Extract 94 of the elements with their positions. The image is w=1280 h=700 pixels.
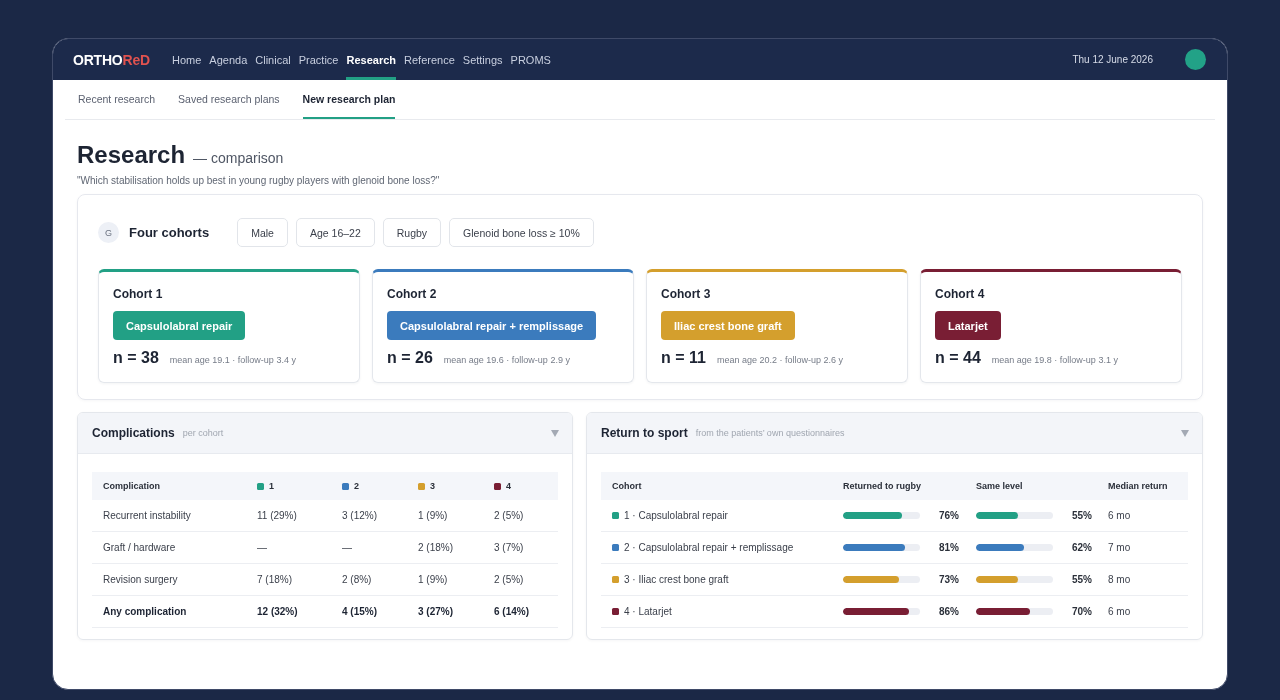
- table-cell: —: [342, 542, 352, 553]
- table-cell: 3 (27%): [418, 606, 453, 617]
- research-question: "Which stabilisation holds up best in young rugby players with glenoid bone loss?": [77, 175, 441, 186]
- avatar-icon[interactable]: [1185, 49, 1206, 70]
- table-cell: Recurrent instability: [103, 510, 191, 521]
- percent-label: 55%: [1071, 574, 1092, 585]
- cohort-card[interactable]: Cohort 4 Latarjet n = 44 mean age 19.8 · follow-up 3.1 y: [920, 269, 1182, 383]
- table-cell: 7 (18%): [257, 574, 292, 585]
- cohort-title: Cohort 2: [387, 287, 438, 301]
- column-header: Same level: [976, 481, 1023, 491]
- nav-link[interactable]: Agenda: [209, 39, 248, 80]
- cohort-count: n = 26: [387, 349, 433, 367]
- table-cell: 1 (9%): [418, 574, 448, 585]
- cohort-meta: mean age 19.6 · follow-up 2.9 y: [443, 355, 570, 365]
- nav-link[interactable]: Reference: [404, 39, 455, 80]
- table-cell: 2 (18%): [418, 542, 453, 553]
- cohort-meta: mean age 20.2 · follow-up 2.6 y: [716, 355, 843, 365]
- table-cell: 2 (8%): [342, 574, 372, 585]
- cohort-title: Cohort 1: [113, 287, 164, 301]
- sub-tab[interactable]: New research plan: [302, 80, 396, 119]
- column-header: 1: [269, 481, 274, 491]
- table-cell: 7 mo: [1108, 542, 1131, 553]
- procedure-tag: Capsulolabral repair: [113, 311, 246, 340]
- filter-chip[interactable]: Male: [237, 218, 288, 247]
- nav-link[interactable]: Research: [346, 39, 397, 80]
- table-cell: Any complication: [103, 606, 187, 617]
- nav-link[interactable]: Home: [172, 39, 202, 80]
- cohort-count: n = 11: [661, 349, 706, 367]
- filter-chip[interactable]: Glenoid bone loss ≥ 10%: [449, 218, 594, 247]
- panel-subtitle: per cohort: [182, 428, 224, 438]
- cohort-card[interactable]: Cohort 3 Iliac crest bone graft n = 11 mean age 20.2 · follow-up 2.6 y: [646, 269, 908, 383]
- table-cell: 12 (32%): [257, 606, 298, 617]
- cohort-card[interactable]: Cohort 2 Capsulolabral repair + remplissage n = 26 mean age 19.6 · follow-up 2.9 y: [372, 269, 634, 383]
- table-cell: 2 (5%): [494, 510, 524, 521]
- current-date: Thu 12 June 2026: [1072, 54, 1153, 65]
- filter-chip[interactable]: Rugby: [382, 218, 442, 247]
- column-header: 4: [506, 481, 511, 491]
- column-header: Median return: [1108, 481, 1168, 491]
- percent-label: 86%: [938, 606, 959, 617]
- percent-label: 55%: [1071, 510, 1092, 521]
- table-cell: —: [257, 542, 267, 553]
- nav-link[interactable]: Practice: [298, 39, 339, 80]
- cohort-count: n = 44: [935, 349, 981, 367]
- table-cell: 11 (29%): [257, 510, 297, 521]
- nav-link[interactable]: PROMS: [510, 39, 551, 80]
- table-cell: 3 (7%): [494, 542, 524, 553]
- table-cell: 1 · Capsulolabral repair: [624, 510, 728, 521]
- column-header: 2: [354, 481, 359, 491]
- nav-link[interactable]: Settings: [462, 39, 503, 80]
- caret-icon[interactable]: [1181, 429, 1189, 437]
- procedure-tag: Capsulolabral repair + remplissage: [387, 311, 597, 340]
- percent-label: 81%: [938, 542, 959, 553]
- column-header: 3: [430, 481, 435, 491]
- cohort-card[interactable]: Cohort 1 Capsulolabral repair n = 38 mean age 19.1 · follow-up 3.4 y: [98, 269, 360, 383]
- panel-title: Complications: [92, 426, 175, 440]
- table-cell: 8 mo: [1108, 574, 1131, 585]
- column-header: Returned to rugby: [843, 481, 921, 491]
- page-title: Research: [77, 140, 186, 170]
- column-header: Complication: [103, 481, 160, 491]
- table-cell: 1 (9%): [418, 510, 448, 521]
- cohort-meta: mean age 19.1 · follow-up 3.4 y: [169, 355, 296, 365]
- column-header: Cohort: [612, 481, 642, 491]
- procedure-tag: Iliac crest bone graft: [661, 311, 795, 340]
- cohort-meta: mean age 19.8 · follow-up 3.1 y: [991, 355, 1118, 365]
- table-cell: 3 · Iliac crest bone graft: [624, 574, 729, 585]
- app-logo[interactable]: ORTHOReD: [73, 51, 150, 68]
- cohort-count: n = 38: [113, 349, 159, 367]
- percent-label: 70%: [1071, 606, 1092, 617]
- table-cell: 2 (5%): [494, 574, 524, 585]
- table-cell: 4 (15%): [342, 606, 377, 617]
- page-subtitle: — comparison: [193, 150, 284, 166]
- percent-label: 73%: [938, 574, 959, 585]
- panel-subtitle: from the patients’ own questionnaires: [695, 428, 845, 438]
- table-cell: 2 · Capsulolabral repair + remplissage: [624, 542, 794, 553]
- table-cell: 6 mo: [1108, 606, 1131, 617]
- caret-icon[interactable]: [551, 429, 559, 437]
- percent-label: 76%: [938, 510, 959, 521]
- table-cell: 4 · Latarjet: [624, 606, 672, 617]
- table-cell: Graft / hardware: [103, 542, 176, 553]
- group-title: Four cohorts: [129, 225, 210, 240]
- cohort-title: Cohort 3: [661, 287, 712, 301]
- sub-tab[interactable]: Saved research plans: [178, 80, 280, 119]
- table-cell: 3 (12%): [342, 510, 377, 521]
- table-cell: 6 (14%): [494, 606, 529, 617]
- table-cell: Revision surgery: [103, 574, 178, 585]
- filter-chip[interactable]: Age 16–22: [295, 218, 375, 247]
- percent-label: 62%: [1071, 542, 1092, 553]
- group-badge: G: [98, 222, 119, 243]
- nav-link[interactable]: Clinical: [255, 39, 291, 80]
- procedure-tag: Latarjet: [935, 311, 1001, 340]
- cohort-title: Cohort 4: [935, 287, 986, 301]
- table-cell: 6 mo: [1108, 510, 1131, 521]
- sub-tab[interactable]: Recent research: [78, 80, 156, 119]
- panel-title: Return to sport: [601, 426, 688, 440]
